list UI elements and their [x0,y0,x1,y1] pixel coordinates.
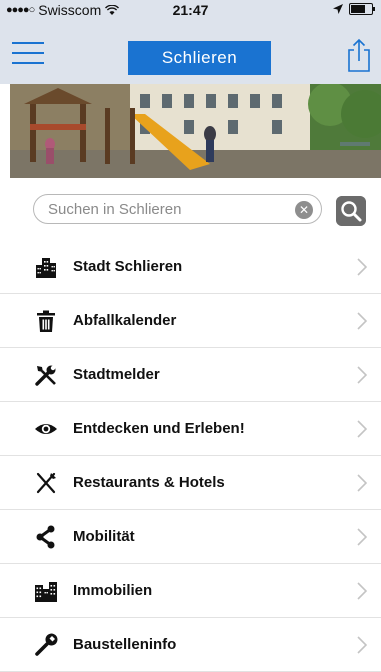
list-item-label: Immobilien [73,582,153,599]
hero-image [10,84,381,178]
trash-icon [37,310,55,332]
list-item-immobilien[interactable]: Immobilien [0,564,381,618]
battery-icon [349,3,375,15]
clear-search-icon[interactable]: ✕ [295,201,313,219]
navigation-bar: Schlieren [0,20,381,84]
chevron-right-icon [357,258,367,276]
playground-photo [10,84,381,178]
list-item-label: Abfallkalender [73,312,177,329]
list-item-mobilitaet[interactable]: Mobilität [0,510,381,564]
search-icon[interactable] [336,196,366,226]
cutlery-icon [36,472,56,494]
chevron-right-icon [357,636,367,654]
status-right [333,3,375,15]
search-bar: ✕ [0,178,381,241]
share-nodes-icon [36,525,55,549]
share-icon[interactable] [347,38,371,72]
list-item-stadt-schlieren[interactable]: Stadt Schlieren [0,240,381,294]
chevron-right-icon [357,420,367,438]
chevron-right-icon [357,474,367,492]
chevron-right-icon [357,366,367,384]
location-arrow-icon [333,4,343,14]
menu-list: Stadt Schlieren Abfallkalender Stadtmeld… [0,240,381,672]
tools-icon [35,365,56,386]
search-input[interactable] [46,200,290,219]
chevron-right-icon [357,528,367,546]
chevron-right-icon [357,312,367,330]
status-time: 21:47 [172,2,209,18]
page-title: Schlieren [128,41,271,75]
eye-icon [35,424,57,434]
list-item-entdecken[interactable]: Entdecken und Erleben! [0,402,381,456]
list-item-label: Mobilität [73,528,135,545]
hamburger-menu-icon[interactable] [12,42,44,64]
status-bar: ●●●●○ Swisscom 21:47 [0,0,381,20]
list-item-label: Stadtmelder [73,366,160,383]
list-item-baustelleninfo[interactable]: Baustelleninfo [0,618,381,672]
list-item-label: Stadt Schlieren [73,258,183,275]
list-item-restaurants-hotels[interactable]: Restaurants & Hotels [0,456,381,510]
list-item-label: Baustelleninfo [73,636,177,653]
list-item-stadtmelder[interactable]: Stadtmelder [0,348,381,402]
chevron-right-icon [357,582,367,600]
wrench-icon [35,633,58,656]
buildings-icon [35,582,57,602]
list-item-label: Restaurants & Hotels [73,474,225,491]
buildings-icon [36,258,56,278]
search-field-container: ✕ [33,194,322,224]
list-item-abfallkalender[interactable]: Abfallkalender [0,294,381,348]
list-item-label: Entdecken und Erleben! [73,420,245,437]
